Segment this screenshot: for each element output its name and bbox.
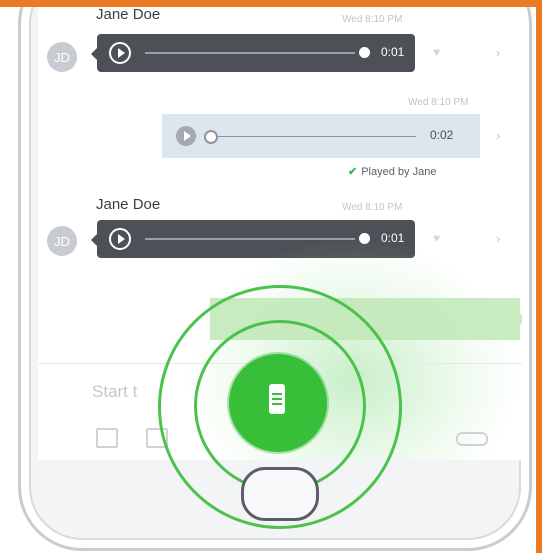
played-status: ✔ Played by Jane [348, 165, 436, 178]
check-icon: ✔ [348, 166, 358, 178]
voice-message-bubble[interactable]: 0:01 [91, 34, 415, 72]
heart-icon[interactable]: ♥ [433, 45, 440, 59]
chevron-right-icon[interactable]: › [496, 128, 500, 143]
audio-duration: 0:01 [381, 45, 405, 59]
voice-message-bubble[interactable]: 0:02 [162, 114, 480, 158]
audio-progress-track[interactable] [218, 136, 416, 137]
audio-duration: 0:02 [430, 128, 454, 142]
message-timestamp: Wed 8:10 PM [342, 14, 403, 25]
sender-name: Jane Doe [96, 6, 161, 23]
message-timestamp: Wed 8:10 PM [342, 202, 403, 213]
walkie-talkie-icon [269, 384, 285, 414]
image-icon[interactable] [96, 428, 118, 448]
compose-input[interactable]: Start t [92, 382, 137, 402]
sender-name: Jane Doe [96, 196, 161, 213]
play-icon[interactable] [109, 42, 131, 64]
chevron-right-icon[interactable]: › [496, 45, 500, 60]
accent-bar-top [0, 0, 542, 7]
push-to-talk-button[interactable] [229, 354, 327, 452]
audio-scrubber[interactable] [204, 130, 218, 144]
accent-bar-right [536, 0, 542, 553]
message-timestamp: Wed 8:10 PM [408, 97, 469, 108]
home-button[interactable] [241, 467, 319, 521]
audio-progress-track[interactable] [145, 52, 355, 54]
keyboard-icon[interactable] [456, 432, 488, 446]
avatar: JD [47, 42, 77, 72]
play-icon[interactable] [176, 126, 196, 146]
audio-scrubber[interactable] [359, 47, 370, 58]
avatar: JD [47, 226, 77, 256]
play-icon[interactable] [109, 228, 131, 250]
played-status-text: Played by Jane [361, 166, 437, 178]
